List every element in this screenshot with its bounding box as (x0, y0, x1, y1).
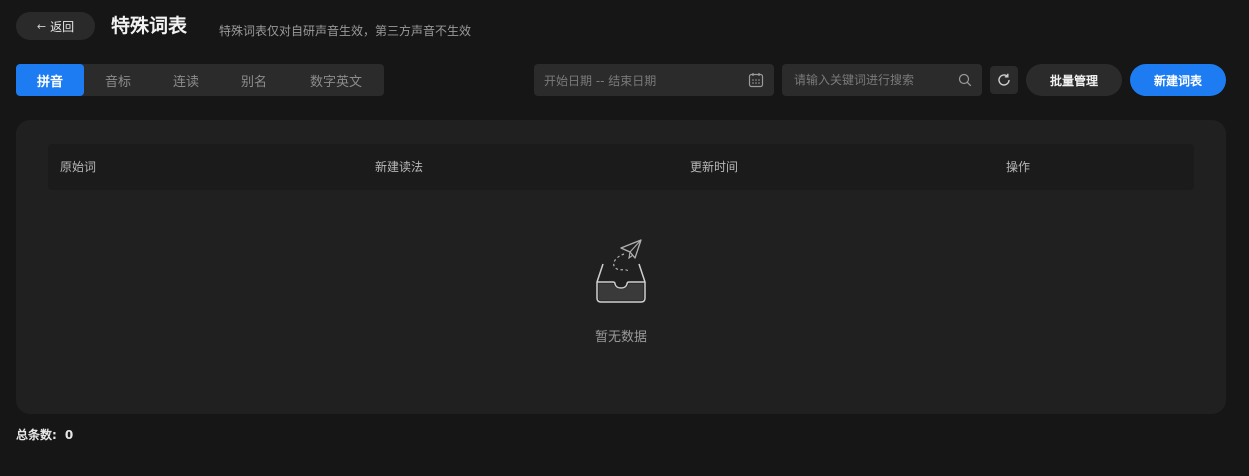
column-new-pronunciation: 新建读法 (375, 160, 424, 174)
search-input[interactable] (792, 72, 958, 88)
back-button[interactable]: ← 返回 (16, 12, 95, 40)
arrow-left-icon: ← (36, 19, 47, 33)
total-count-label: 总条数: (16, 428, 57, 442)
tab-pinyin[interactable]: 拼音 (16, 64, 84, 96)
column-actions: 操作 (1006, 160, 1031, 174)
tab-phonetic[interactable]: 音标 (84, 64, 152, 96)
empty-state: 暂无数据 (16, 236, 1226, 345)
calendar-icon (748, 73, 764, 88)
page-subtitle: 特殊词表仅对自研声音生效，第三方声音不生效 (219, 24, 472, 38)
search-icon[interactable] (958, 73, 972, 87)
back-button-label: 返回 (50, 19, 75, 34)
batch-manage-button[interactable]: 批量管理 (1026, 64, 1122, 96)
table-panel: 原始词 新建读法 更新时间 操作 暂无数据 (16, 120, 1226, 414)
new-vocabulary-button[interactable]: 新建词表 (1130, 64, 1226, 96)
total-count: 总条数: 0 (16, 426, 73, 444)
table-header: 原始词 新建读法 更新时间 操作 (48, 144, 1194, 190)
vocabulary-type-tabs: 拼音 音标 连读 别名 数字英文 (16, 64, 384, 96)
page-title: 特殊词表 (111, 15, 188, 37)
tab-alias[interactable]: 别名 (220, 64, 288, 96)
refresh-icon (998, 73, 1010, 86)
date-range-picker[interactable]: 开始日期 -- 结束日期 (534, 64, 774, 96)
column-updated-time: 更新时间 (690, 160, 739, 174)
tab-number-english[interactable]: 数字英文 (288, 64, 384, 96)
date-range-placeholder: 开始日期 -- 结束日期 (544, 73, 657, 88)
empty-inbox-icon (596, 239, 646, 303)
empty-state-text: 暂无数据 (594, 330, 647, 345)
total-count-value: 0 (64, 428, 74, 442)
tab-liaison[interactable]: 连读 (152, 64, 220, 96)
refresh-button[interactable] (990, 66, 1018, 94)
special-vocabulary-page: ← 返回 特殊词表 特殊词表仅对自研声音生效，第三方声音不生效 拼音 音标 连读… (0, 0, 1249, 476)
search-box (782, 64, 982, 96)
column-original-word: 原始词 (60, 160, 97, 174)
